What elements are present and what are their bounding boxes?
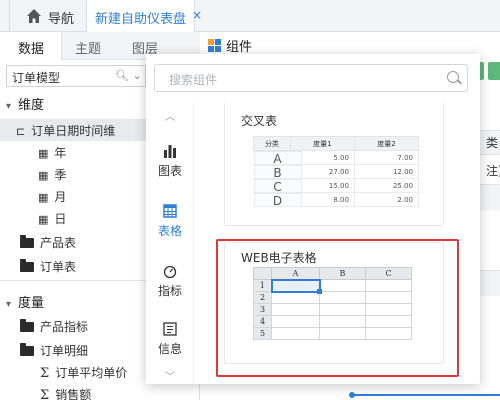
table-cell: 12.00 (353, 164, 420, 179)
tree-item-month[interactable]: ▦ 月 (38, 188, 66, 210)
table-cell: D (253, 192, 302, 208)
green-button-2[interactable] (488, 62, 500, 80)
home-icon[interactable] (26, 8, 42, 24)
category-column: ︿ 图表 表格 指标 信息 ﹀ (146, 102, 194, 384)
sigma-icon: Σ (40, 388, 50, 400)
category-chart[interactable]: 图表 (146, 142, 194, 179)
category-indicator[interactable]: 指标 (146, 262, 194, 299)
table-icon (163, 204, 177, 218)
bar-chart-icon (164, 145, 176, 158)
tree-item-quarter[interactable]: ▦ 季 (38, 166, 66, 188)
hierarchy-icon: ⊏ (16, 125, 26, 138)
tab-data[interactable]: 数据 (18, 38, 44, 57)
search-placeholder: 搜索组件 (169, 73, 218, 87)
partial-label-2: 注) (486, 164, 500, 178)
tab-label: 新建自助仪表盘 (95, 12, 187, 27)
table-cell: B (253, 164, 302, 180)
tree-item-order-table[interactable]: 订单表 (20, 258, 76, 280)
dimension-header[interactable]: ▾ 维度 (6, 94, 44, 113)
search-dropdown-icon: 🔍︎ ⌄ (115, 69, 142, 82)
sigma-icon: Σ (40, 366, 50, 381)
tree-item-product-table[interactable]: 产品表 (20, 234, 76, 256)
table-header: 度量2 (353, 136, 420, 151)
card-title: 交叉表 (241, 114, 278, 128)
chevron-down-icon[interactable]: ﹀ (146, 368, 194, 383)
component-header: 组件 (208, 36, 252, 55)
component-grid-icon (208, 39, 222, 53)
top-bar-edge (0, 0, 10, 32)
search-icon (447, 71, 459, 83)
gauge-icon (163, 265, 177, 279)
time-level-icon: ▦ (38, 147, 49, 160)
table-cell: 25.00 (353, 178, 420, 193)
slider-handle[interactable] (349, 392, 355, 398)
table-header: 分类 (253, 136, 291, 151)
close-icon[interactable]: × (192, 8, 202, 22)
table-row: C 15.00 25.00 (253, 178, 420, 194)
time-level-icon: ▦ (38, 191, 49, 204)
chevron-up-icon[interactable]: ︿ (146, 108, 194, 123)
folder-icon (20, 258, 34, 272)
tree-item-day[interactable]: ▦ 日 (38, 210, 66, 232)
table-row: A 5.00 7.00 (253, 150, 420, 166)
table-cell: 7.00 (353, 150, 420, 165)
slider-track (352, 394, 500, 396)
measure-header[interactable]: ▾ 度量 (6, 292, 44, 311)
table-row: B 27.00 12.00 (253, 164, 420, 180)
chevron-down-icon: ▾ (6, 101, 12, 112)
tab-new-dashboard[interactable]: 新建自助仪表盘 (86, 0, 196, 32)
info-icon (163, 322, 177, 336)
folder-icon (20, 342, 34, 356)
cross-table-preview: 分类 度量1 度量2 A 5.00 7.00 B 27.00 12.00 C 1… (253, 136, 420, 208)
tree-item-avg-unit-price[interactable]: Σ 订单平均单价 (40, 364, 127, 386)
card-cross-table[interactable]: 交叉表 分类 度量1 度量2 A 5.00 7.00 B 27.00 12.00… (224, 102, 444, 226)
nav-label[interactable]: 导航 (48, 8, 74, 27)
partial-label: 类 (486, 136, 499, 150)
time-level-icon: ▦ (38, 169, 49, 182)
tree-item-order-detail[interactable]: 订单明细 (20, 342, 88, 364)
time-level-icon: ▦ (38, 213, 49, 226)
model-select[interactable]: 订单模型 🔍︎ ⌄ (6, 65, 146, 87)
component-search-input[interactable]: 搜索组件 (154, 64, 468, 92)
tree-item-product-metrics[interactable]: 产品指标 (20, 318, 88, 340)
top-bar: 导航 新建自助仪表盘 × (0, 0, 500, 32)
table-header: 度量1 (289, 136, 355, 151)
tab-theme[interactable]: 主题 (75, 38, 101, 57)
tree-item-year[interactable]: ▦ 年 (38, 144, 66, 166)
category-table[interactable]: 表格 (146, 202, 194, 239)
folder-icon (20, 234, 34, 248)
category-info[interactable]: 信息 (146, 320, 194, 357)
tree-item-sales[interactable]: Σ 销售额 (40, 386, 91, 400)
model-select-value: 订单模型 (12, 71, 61, 85)
folder-icon (20, 318, 34, 332)
chevron-down-icon: ▾ (6, 299, 12, 310)
table-row: D 8.00 2.00 (253, 192, 420, 208)
table-cell: A (253, 151, 302, 166)
tree-item-date-hierarchy[interactable]: ⊏ 订单日期时间维 (0, 119, 146, 141)
highlight-box (216, 239, 459, 377)
table-cell: 2.00 (353, 192, 420, 207)
table-cell: C (253, 178, 302, 194)
